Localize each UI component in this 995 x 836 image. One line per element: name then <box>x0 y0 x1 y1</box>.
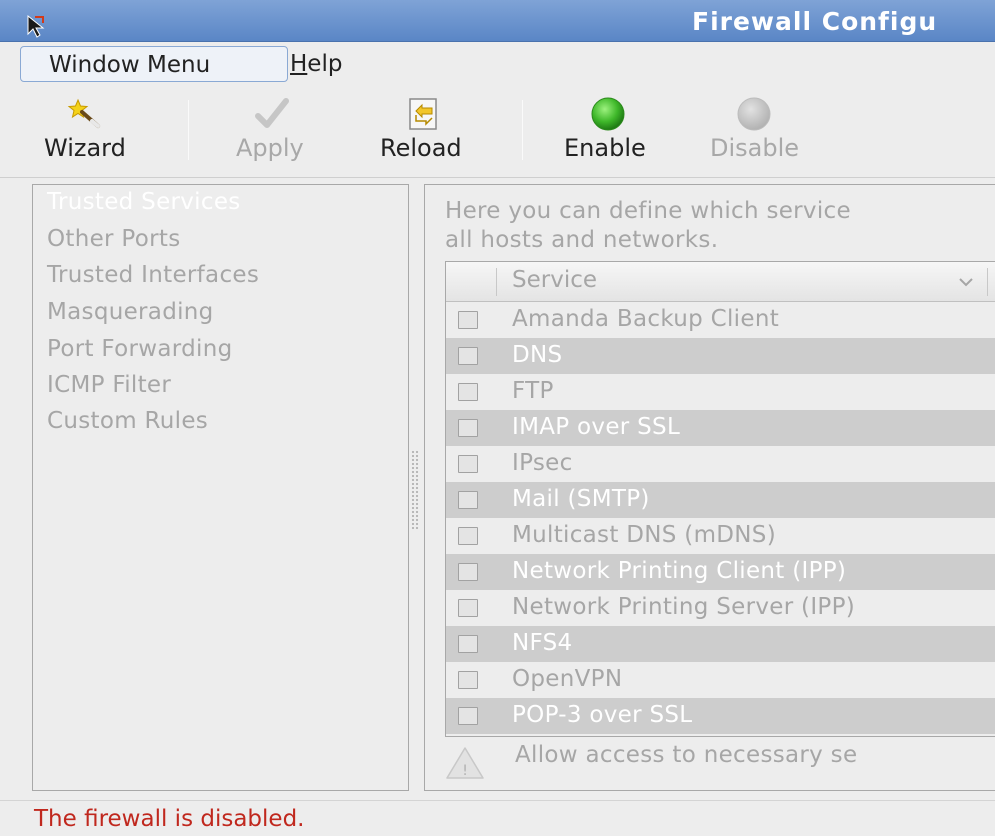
service-checkbox[interactable] <box>458 455 478 473</box>
window-menu-arrow-icon[interactable] <box>26 14 50 38</box>
table-header: Service <box>446 262 995 302</box>
menu-window-label: Window Menu <box>49 52 211 78</box>
service-name: Network Printing Client (IPP) <box>512 558 847 584</box>
wizard-label: Wizard <box>44 134 126 162</box>
green-light-icon <box>591 97 625 131</box>
service-name: IMAP over SSL <box>512 414 681 440</box>
description-line-2: all hosts and networks. <box>445 227 719 253</box>
service-checkbox[interactable] <box>458 707 478 725</box>
service-name: Amanda Backup Client <box>512 306 780 332</box>
warning-message: Allow access to necessary se <box>515 742 858 768</box>
window-title: Firewall Configu <box>692 7 938 36</box>
service-checkbox[interactable] <box>458 563 478 581</box>
sidebar-item-trusted-interfaces[interactable]: Trusted Interfaces <box>47 262 259 288</box>
reload-label: Reload <box>380 134 462 162</box>
service-checkbox[interactable] <box>458 419 478 437</box>
apply-button[interactable]: Apply <box>228 86 338 176</box>
category-list: Trusted Services Other Ports Trusted Int… <box>32 184 409 791</box>
wizard-button[interactable]: Wizard <box>38 86 162 176</box>
description-line-1: Here you can define which service <box>445 198 851 224</box>
menu-bar: Window Menu Help <box>0 42 995 86</box>
service-name: Mail (SMTP) <box>512 486 650 512</box>
toolbar-separator <box>188 100 189 160</box>
service-checkbox[interactable] <box>458 635 478 653</box>
sidebar-item-trusted-services[interactable]: Trusted Services <box>47 189 241 215</box>
wizard-wand-icon <box>67 98 100 128</box>
reload-button[interactable]: Reload <box>376 86 496 176</box>
firewall-status-text: The firewall is disabled. <box>34 806 305 832</box>
service-name: Multicast DNS (mDNS) <box>512 522 776 548</box>
column-separator <box>987 268 988 296</box>
window-titlebar[interactable]: Firewall Configu <box>0 0 995 42</box>
service-checkbox[interactable] <box>458 311 478 329</box>
toolbar-separator <box>522 100 523 160</box>
service-name: IPsec <box>512 450 573 476</box>
sidebar-item-port-forwarding[interactable]: Port Forwarding <box>47 336 232 362</box>
table-row[interactable]: Network Printing Client (IPP) <box>446 554 995 590</box>
toolbar: Wizard Apply Reload Enable Disable <box>0 86 995 178</box>
service-name: FTP <box>512 378 554 404</box>
service-checkbox[interactable] <box>458 491 478 509</box>
service-checkbox[interactable] <box>458 347 478 365</box>
table-row[interactable]: DNS <box>446 338 995 374</box>
service-name: POP-3 over SSL <box>512 702 693 728</box>
trusted-services-panel: Here you can define which service all ho… <box>424 184 995 791</box>
service-column-header[interactable]: Service <box>512 267 597 293</box>
table-row[interactable]: Amanda Backup Client <box>446 302 995 338</box>
service-checkbox[interactable] <box>458 383 478 401</box>
apply-label: Apply <box>236 134 304 162</box>
sidebar-item-other-ports[interactable]: Other Ports <box>47 226 181 252</box>
table-row[interactable]: Network Printing Server (IPP) <box>446 590 995 626</box>
table-row[interactable]: NFS4 <box>446 626 995 662</box>
reload-icon <box>409 98 437 130</box>
disable-label: Disable <box>710 134 800 162</box>
menu-window[interactable]: Window Menu <box>20 46 288 82</box>
service-name: Network Printing Server (IPP) <box>512 594 856 620</box>
services-table: Service Amanda Backup Client DNS FTP IMA… <box>445 261 995 737</box>
sidebar-item-custom-rules[interactable]: Custom Rules <box>47 408 208 434</box>
menu-help-label: elp <box>307 51 343 77</box>
table-row[interactable]: OpenVPN <box>446 662 995 698</box>
disable-button[interactable]: Disable <box>710 86 834 176</box>
sidebar-item-icmp-filter[interactable]: ICMP Filter <box>47 372 171 398</box>
service-name: DNS <box>512 342 563 368</box>
table-row[interactable]: FTP <box>446 374 995 410</box>
table-row[interactable]: Mail (SMTP) <box>446 482 995 518</box>
pane-resize-handle[interactable] <box>411 450 419 530</box>
table-row[interactable]: IPsec <box>446 446 995 482</box>
table-row[interactable]: IMAP over SSL <box>446 410 995 446</box>
sidebar-item-masquerading[interactable]: Masquerading <box>47 299 214 325</box>
table-row[interactable]: Multicast DNS (mDNS) <box>446 518 995 554</box>
table-row[interactable]: POP-3 over SSL <box>446 698 995 734</box>
enable-label: Enable <box>564 134 646 162</box>
service-checkbox[interactable] <box>458 527 478 545</box>
menu-help-mnemonic: H <box>290 51 308 77</box>
service-name: NFS4 <box>512 630 573 656</box>
menu-help[interactable]: Help <box>286 46 352 82</box>
enable-button[interactable]: Enable <box>560 86 676 176</box>
chevron-down-icon[interactable] <box>956 272 976 292</box>
service-checkbox[interactable] <box>458 671 478 689</box>
status-bar: The firewall is disabled. <box>0 800 995 836</box>
svg-text:!: ! <box>462 763 468 779</box>
warning-icon: ! <box>446 747 484 779</box>
checkmark-icon <box>255 98 289 128</box>
service-name: OpenVPN <box>512 666 623 692</box>
service-checkbox[interactable] <box>458 599 478 617</box>
gray-light-icon <box>737 97 771 131</box>
panel-description: Here you can define which service all ho… <box>445 197 851 255</box>
column-separator <box>496 268 497 296</box>
